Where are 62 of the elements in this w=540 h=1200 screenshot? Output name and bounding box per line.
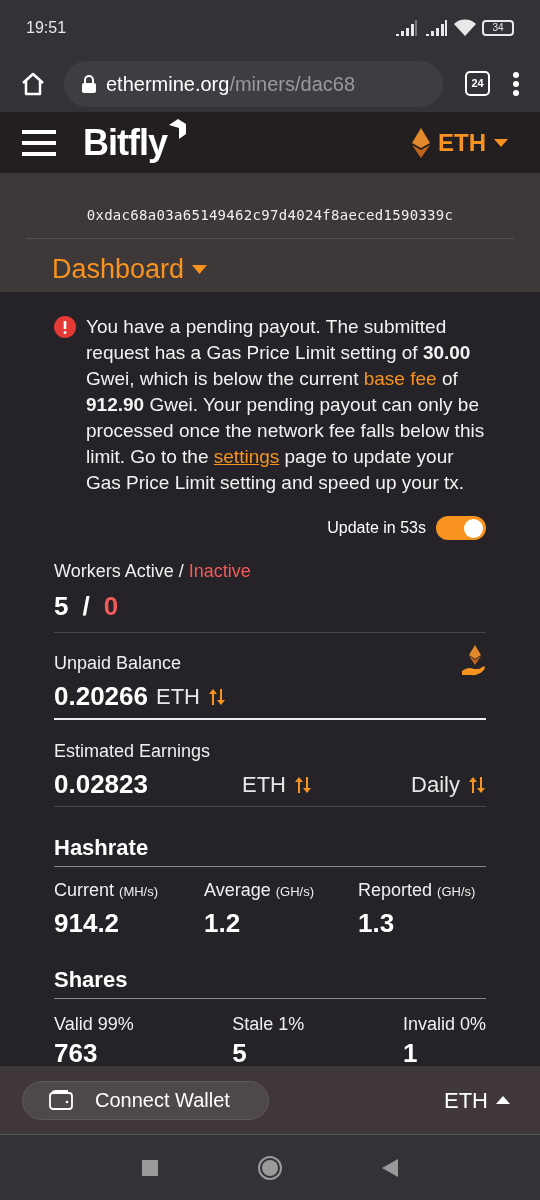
alert-icon — [54, 316, 76, 338]
wallet-icon — [49, 1090, 73, 1110]
stat-value: 914.2 — [54, 907, 121, 940]
more-icon[interactable] — [512, 71, 520, 96]
sort-arrows-icon[interactable] — [468, 774, 486, 795]
share-value: 1 — [402, 1038, 419, 1066]
stat-value: 1.2 — [204, 907, 242, 940]
earnings-unit: ETH — [242, 771, 286, 799]
logo-icon — [167, 118, 187, 141]
section-title: Hashrate — [54, 831, 486, 867]
connect-wallet-button[interactable]: Connect Wallet — [22, 1080, 269, 1120]
share-label: Invalid 0% — [402, 1013, 486, 1036]
stat-label: Average (GH/s) — [204, 879, 315, 902]
tab-count-button[interactable]: 24 — [465, 71, 490, 96]
logo-text: Bitfly — [83, 124, 167, 161]
workers-label: Workers Active / — [54, 561, 184, 581]
caret-icon — [494, 138, 508, 147]
share-label: Valid 99% — [54, 1013, 134, 1036]
lock-icon — [82, 74, 96, 93]
wifi-icon — [454, 18, 476, 37]
unpaid-label: Unpaid Balance — [54, 652, 182, 675]
stat-label: Reported (GH/s) — [358, 879, 477, 902]
share-value: 5 — [232, 1038, 248, 1066]
earnings-label: Estimated Earnings — [54, 740, 212, 763]
unpaid-value: 0.20266 — [54, 680, 148, 713]
sort-arrows-icon[interactable] — [208, 686, 226, 707]
inactive-label: Inactive — [188, 561, 251, 581]
home-icon[interactable] — [20, 70, 46, 97]
hand-coin-icon[interactable] — [462, 645, 486, 677]
battery-icon: 34 — [482, 19, 514, 36]
caret-icon — [192, 264, 208, 274]
caret-icon — [496, 1096, 510, 1104]
home-button[interactable] — [258, 1155, 282, 1180]
stat-value: 1.3 — [358, 907, 396, 940]
settings-link[interactable]: settings — [213, 446, 280, 467]
active-count: 5 — [54, 590, 69, 623]
update-label: Update in 53s — [327, 518, 426, 538]
auto-update-toggle[interactable] — [436, 516, 486, 540]
pending-payout-message: You have a pending payout. The submitted request has a Gas Price Limit setting of 30.00 Gwei, which is below the current base fee of 912.90 Gwei. Your pending payout can only be processed once the network fee falls below this limit. Go to the settings page to update your Gas Price Limit setting and speed up your tx. — [86, 315, 486, 495]
signal-icon — [424, 19, 448, 36]
url-text: ethermine.org/miners/dac68 — [106, 71, 356, 97]
share-value: 763 — [54, 1038, 99, 1066]
earnings-period: Daily — [411, 771, 460, 799]
inactive-count: 0 — [103, 590, 119, 623]
section-title: Shares — [54, 963, 486, 999]
count-separator: / — [82, 590, 90, 623]
ethereum-icon — [412, 127, 430, 158]
sort-arrows-icon[interactable] — [294, 774, 312, 795]
currency-menu-button[interactable]: ETH — [444, 1083, 510, 1117]
currency-selector[interactable]: ETH — [412, 124, 508, 161]
menu-icon[interactable] — [22, 128, 56, 157]
clock: 19:51 — [26, 17, 67, 38]
earnings-value: 0.02823 — [54, 768, 149, 801]
unpaid-unit: ETH — [156, 683, 200, 711]
page-selector[interactable]: Dashboard — [26, 239, 514, 290]
signal-icon — [394, 19, 418, 36]
wallet-address: 0xdac68a03a65149462c97d4024f8aeced1590339c — [26, 173, 514, 239]
share-label: Stale 1% — [232, 1013, 305, 1036]
stat-label: Current (MH/s) — [54, 879, 160, 902]
address-bar[interactable]: ethermine.org/miners/dac68 — [64, 60, 443, 107]
recents-button[interactable] — [142, 1159, 158, 1176]
back-icon[interactable] — [382, 1158, 398, 1177]
